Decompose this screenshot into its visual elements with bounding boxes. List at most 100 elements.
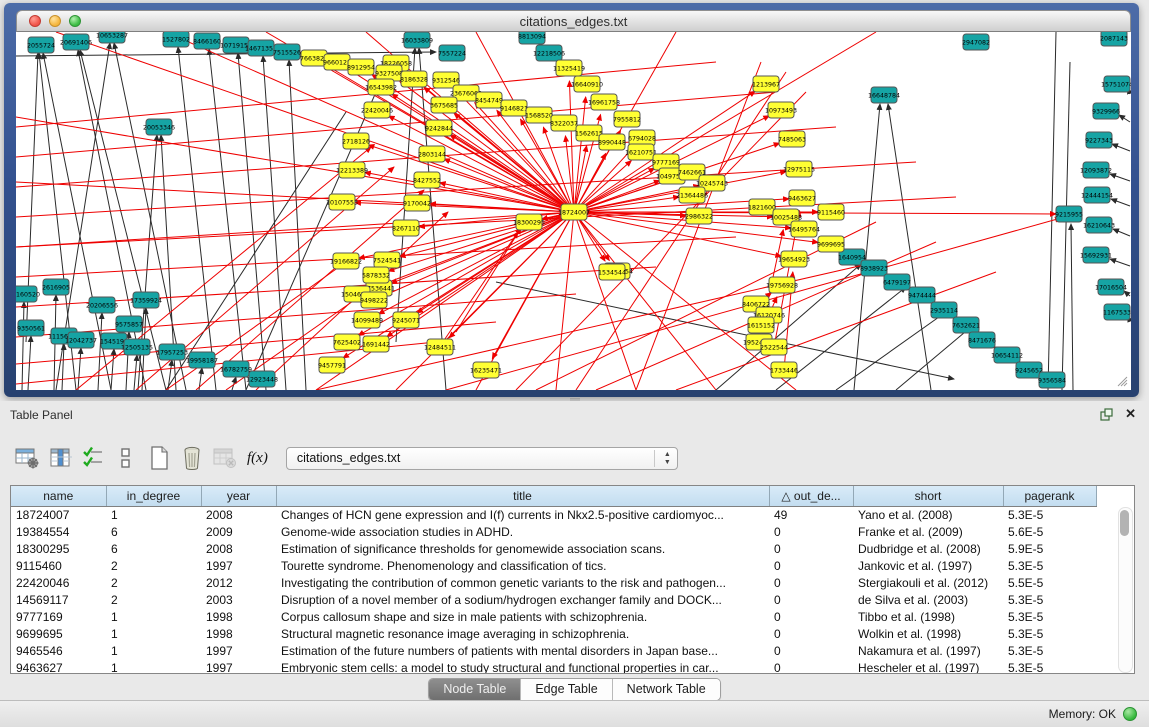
graph-node[interactable]: 7557224	[438, 45, 466, 61]
graph-node[interactable]: 3675685	[430, 97, 458, 113]
graph-node[interactable]: 2986322	[685, 208, 713, 224]
graph-node[interactable]: 19756928	[766, 277, 798, 293]
table-cell[interactable]: 5.3E-5	[1003, 642, 1096, 659]
table-cell[interactable]: 1	[106, 608, 201, 625]
table-cell[interactable]: Jankovic et al. (1997)	[853, 557, 1003, 574]
table-row[interactable]: 977716911998Corpus callosum shape and si…	[11, 608, 1096, 625]
table-cell[interactable]: 2009	[201, 523, 276, 540]
table-cell[interactable]: 9777169	[11, 608, 106, 625]
graph-node[interactable]: 1568520	[525, 107, 553, 123]
close-panel-icon[interactable]: ✕	[1125, 406, 1136, 422]
graph-node[interactable]: 17957253	[156, 344, 188, 360]
graph-node[interactable]: 17016504	[1095, 279, 1127, 295]
graph-node[interactable]: 2087143	[1100, 32, 1128, 46]
memory-ok-icon[interactable]	[1123, 707, 1137, 721]
graph-node[interactable]: 9215955	[1055, 206, 1083, 222]
table-cell[interactable]: 0	[769, 523, 853, 540]
resize-grip-icon[interactable]	[1116, 375, 1128, 387]
graph-node[interactable]: 12484511	[424, 339, 456, 355]
graph-node[interactable]: 7955812	[613, 111, 641, 127]
table-cell[interactable]: Tourette syndrome. Phenomenology and cla…	[276, 557, 769, 574]
graph-node[interactable]: 16961758	[588, 94, 620, 110]
table-cell[interactable]: 49	[769, 506, 853, 523]
graph-node[interactable]: 2522544	[760, 339, 788, 355]
table-cell[interactable]: Genome-wide association studies in ADHD.	[276, 523, 769, 540]
table-cell[interactable]: Dudbridge et al. (2008)	[853, 540, 1003, 557]
table-cell[interactable]: 2	[106, 591, 201, 608]
table-cell[interactable]: 5.6E-5	[1003, 523, 1096, 540]
network-window[interactable]: citations_edges.txt 20557242069140610653…	[4, 3, 1139, 397]
table-cell[interactable]: 18724007	[11, 506, 106, 523]
table-cell[interactable]: 0	[769, 557, 853, 574]
graph-node[interactable]: 1213967	[752, 76, 780, 92]
table-cell[interactable]: Investigating the contribution of common…	[276, 574, 769, 591]
graph-node[interactable]: 1615152	[747, 317, 775, 333]
scrollbar-thumb[interactable]	[1120, 510, 1129, 536]
table-row[interactable]: 1830029562008Estimation of significance …	[11, 540, 1096, 557]
graph-node[interactable]: 18724007	[558, 204, 590, 220]
table-cell[interactable]: 9699695	[11, 625, 106, 642]
table-cell[interactable]: 0	[769, 540, 853, 557]
graph-node[interactable]: 8454749	[475, 92, 503, 108]
column-header[interactable]: in_degree	[106, 486, 201, 506]
column-header[interactable]: pagerank	[1003, 486, 1096, 506]
table-cell[interactable]: 5.3E-5	[1003, 557, 1096, 574]
graph-node[interactable]: 8427552	[413, 172, 441, 188]
graph-node[interactable]: 11325419	[553, 60, 585, 76]
graph-node[interactable]: 5878332	[362, 267, 390, 283]
table-cell[interactable]: 22420046	[11, 574, 106, 591]
graph-node[interactable]: 8186328	[400, 71, 428, 87]
graph-node[interactable]: 7625402	[333, 334, 361, 350]
tab-node-table[interactable]: Node Table	[429, 679, 521, 700]
graph-node[interactable]: 8990448	[598, 134, 626, 150]
graph-node[interactable]: 8938923	[860, 260, 888, 276]
table-cell[interactable]: 1	[106, 625, 201, 642]
float-panel-icon[interactable]	[1100, 408, 1113, 421]
graph-node[interactable]: 2935114	[930, 302, 958, 318]
table-cell[interactable]: 2	[106, 574, 201, 591]
graph-node[interactable]: 9350561	[17, 320, 45, 336]
table-cell[interactable]: 5.3E-5	[1003, 608, 1096, 625]
table-row[interactable]: 2242004622012Investigating the contribut…	[11, 574, 1096, 591]
graph-node[interactable]: 7515526	[273, 44, 301, 60]
table-cell[interactable]: 2008	[201, 540, 276, 557]
graph-node[interactable]: 16235471	[470, 362, 502, 378]
graph-node[interactable]: 16648784	[868, 87, 900, 103]
table-cell[interactable]: Yano et al. (2008)	[853, 506, 1003, 523]
graph-node[interactable]: 8466160	[193, 33, 221, 49]
table-cell[interactable]: 19384554	[11, 523, 106, 540]
table-cell[interactable]: 9115460	[11, 557, 106, 574]
table-cell[interactable]: de Silva et al. (2003)	[853, 591, 1003, 608]
graph-node[interactable]: 2616905	[42, 279, 70, 295]
graph-node[interactable]: 19166822	[330, 253, 362, 269]
graph-node[interactable]: 14099489	[351, 312, 383, 328]
graph-node[interactable]: 21364486	[676, 187, 708, 203]
graph-node[interactable]: 9575857	[115, 316, 143, 332]
show-columns-icon[interactable]	[45, 445, 75, 471]
table-cell[interactable]: 1	[106, 659, 201, 674]
table-selector-dropdown[interactable]: citations_edges.txt ▲▼	[286, 447, 678, 470]
delete-column-icon[interactable]	[177, 445, 207, 471]
table-cell[interactable]: 5.9E-5	[1003, 540, 1096, 557]
graph-node[interactable]: 16640910	[571, 76, 603, 92]
table-cell[interactable]: 2012	[201, 574, 276, 591]
table-cell[interactable]: 0	[769, 608, 853, 625]
graph-node[interactable]: 9245071	[392, 312, 420, 328]
table-row[interactable]: 1938455462009Genome-wide association stu…	[11, 523, 1096, 540]
table-mode-icon[interactable]	[12, 445, 42, 471]
table-row[interactable]: 946362711997Embryonic stem cells: a mode…	[11, 659, 1096, 674]
graph-node[interactable]: 10107553	[326, 194, 358, 210]
table-cell[interactable]: 5.3E-5	[1003, 506, 1096, 523]
graph-node[interactable]: 1534544	[598, 264, 626, 280]
table-cell[interactable]: 1997	[201, 557, 276, 574]
graph-node[interactable]: 16495764	[788, 221, 820, 237]
graph-node[interactable]: 2718126	[342, 133, 370, 149]
graph-node[interactable]: 7524541	[373, 252, 401, 268]
column-header[interactable]: △ out_de...	[769, 486, 853, 506]
function-builder-icon[interactable]: f(x)	[247, 450, 268, 467]
graph-node[interactable]: 8267110	[392, 220, 420, 236]
table-cell[interactable]: Disruption of a novel member of a sodium…	[276, 591, 769, 608]
graph-node[interactable]: 9699695	[817, 236, 845, 252]
graph-node[interactable]: 2947082	[962, 34, 990, 50]
graph-node[interactable]: 22420046	[361, 102, 393, 118]
